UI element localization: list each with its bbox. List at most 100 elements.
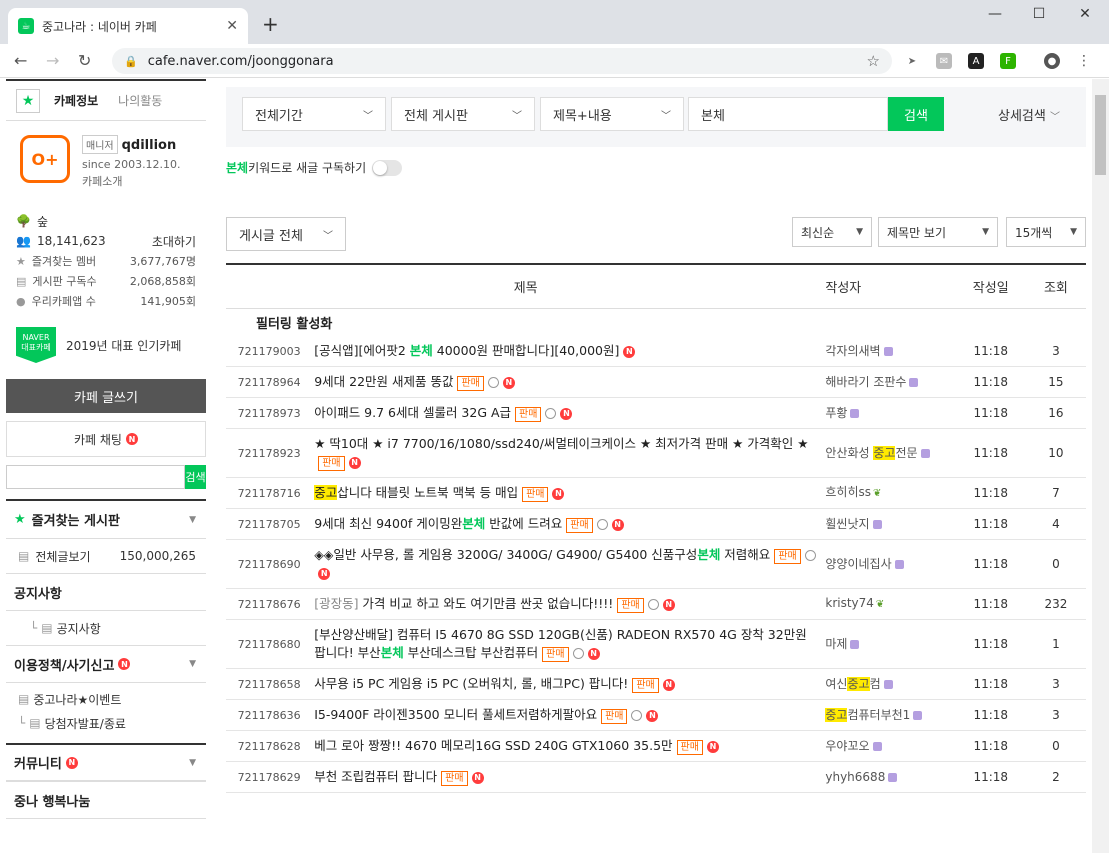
table-row[interactable]: 721178680 [부산양산배달] 컴퓨터 I5 4670 8G SSD 12… bbox=[226, 619, 1086, 669]
post-title[interactable]: 베그 로아 짱짱!! 4670 메모리16G SSD 240G GTX1060 … bbox=[314, 738, 672, 753]
post-author-cell[interactable]: 해바라기 조판수 bbox=[825, 366, 956, 398]
manager-id[interactable]: qdillion bbox=[122, 138, 177, 153]
table-row[interactable]: 721178690 ◈◈일반 사무용, 롤 게임용 3200G/ 3400G/ … bbox=[226, 539, 1086, 589]
post-title[interactable]: ◈◈일반 사무용, 롤 게임용 3200G/ 3400G/ G4900/ G54… bbox=[314, 547, 697, 562]
close-window-icon[interactable]: ✕ bbox=[1070, 6, 1100, 22]
policy-header[interactable]: 이용정책/사기신고 N ▼ bbox=[6, 645, 206, 683]
page-size-select[interactable]: 15개씩 ▼ bbox=[1006, 217, 1086, 247]
post-title-cell[interactable]: [공식앱][에어팟2 본체 40000원 판매합니다][40,000원] N bbox=[312, 336, 826, 367]
post-author-cell[interactable]: 안산화성 중고전문 bbox=[825, 428, 956, 478]
post-title-cell[interactable]: I5-9400F 라이젠3500 모니터 풀세트저렴하게팔아요 판매 N bbox=[312, 699, 826, 731]
table-row[interactable]: 721178923 ★ 딱10대 ★ i7 7700/16/1080/ssd24… bbox=[226, 428, 1086, 478]
notice-header[interactable]: 공지사항 bbox=[6, 573, 206, 611]
post-title-rest[interactable]: 40000원 판매합니다][40,000원] bbox=[433, 343, 620, 358]
post-author-cell[interactable]: 양양이네집사 bbox=[825, 539, 956, 589]
view-mode-select[interactable]: 제목만 보기 ▼ bbox=[878, 217, 998, 247]
post-title-cell[interactable]: [부산양산배달] 컴퓨터 I5 4670 8G SSD 120GB(신품) RA… bbox=[312, 619, 826, 669]
all-posts-item[interactable]: ▤ 전체글보기 150,000,265 bbox=[6, 539, 206, 573]
author-name[interactable]: yhyh6688 bbox=[825, 770, 885, 784]
table-row[interactable]: 721178629 부천 조립컴퓨터 팝니다 판매 N yhyh6688 11:18… bbox=[226, 761, 1086, 793]
table-row[interactable]: 721179003 [공식앱][에어팟2 본체 40000원 판매합니다][40… bbox=[226, 336, 1086, 367]
post-title[interactable]: 9세대 22만원 새제품 똥값 bbox=[314, 374, 453, 389]
post-title-cell[interactable]: 중고삽니다 태블릿 노트북 맥북 등 매입 판매 N bbox=[312, 477, 826, 509]
cafe-intro-link[interactable]: 카페소개 bbox=[82, 173, 181, 189]
author-name-rest[interactable]: 컴 bbox=[870, 677, 881, 691]
post-author-cell[interactable]: 여신중고컴 bbox=[825, 668, 956, 700]
author-name-rest[interactable]: 컴퓨터부천1 bbox=[847, 708, 910, 722]
browser-tab[interactable]: ☕ 중고나라 : 네이버 카페 ✕ bbox=[8, 8, 248, 44]
cafe-chat-button[interactable]: 카페 채팅 N bbox=[6, 421, 206, 457]
reload-icon[interactable]: ↻ bbox=[78, 51, 91, 70]
table-row[interactable]: 721178636 I5-9400F 라이젠3500 모니터 풀세트저렴하게팔아… bbox=[226, 699, 1086, 731]
post-title[interactable]: 가격 비교 하고 와도 여기만큼 싼곳 없습니다!!!! bbox=[358, 596, 613, 611]
bookmark-star-icon[interactable]: ☆ bbox=[867, 52, 880, 70]
post-title[interactable]: I5-9400F 라이젠3500 모니터 풀세트저렴하게팔아요 bbox=[314, 707, 597, 722]
tab-my-activity[interactable]: 나의활동 bbox=[118, 92, 162, 109]
table-row[interactable]: 721178628 베그 로아 짱짱!! 4670 메모리16G SSD 240… bbox=[226, 730, 1086, 762]
cursor-extension-icon[interactable]: ➤ bbox=[904, 53, 920, 69]
search-button[interactable]: 검색 bbox=[888, 97, 944, 131]
scrollbar-thumb[interactable] bbox=[1095, 95, 1106, 175]
post-title[interactable]: [공식앱][에어팟2 bbox=[314, 343, 410, 358]
post-title-cell[interactable]: 베그 로아 짱짱!! 4670 메모리16G SSD 240G GTX1060 … bbox=[312, 730, 826, 762]
table-row[interactable]: 721178716 중고삽니다 태블릿 노트북 맥북 등 매입 판매 N 흐히히ss… bbox=[226, 477, 1086, 509]
author-name[interactable]: kristy74 bbox=[825, 596, 874, 610]
scope-select[interactable]: 제목+내용 ﹀ bbox=[540, 97, 684, 131]
table-row[interactable]: 721178676 [광장동] 가격 비교 하고 와도 여기만큼 싼곳 없습니다… bbox=[226, 588, 1086, 620]
author-name[interactable]: 여신 bbox=[825, 677, 847, 691]
table-row[interactable]: 721178658 사무용 i5 PC 게임용 i5 PC (오버워치, 롤, … bbox=[226, 668, 1086, 700]
sort-select[interactable]: 최신순 ▼ bbox=[792, 217, 872, 247]
author-name[interactable]: 흐히히ss bbox=[825, 485, 871, 499]
author-name[interactable]: 우야꼬오 bbox=[825, 739, 869, 753]
post-title-rest[interactable]: 저렴해요 bbox=[720, 547, 770, 562]
post-author-cell[interactable]: 푸황 bbox=[825, 397, 956, 429]
table-row[interactable]: 721178705 9세대 최신 9400f 게이밍완본체 반값에 드려요 판매 N… bbox=[226, 508, 1086, 540]
community-header[interactable]: 커뮤니티 N ▼ bbox=[6, 743, 206, 781]
author-name[interactable]: 해바라기 조판수 bbox=[825, 375, 906, 389]
event-item[interactable]: ▤ 중고나라★이벤트 bbox=[6, 687, 206, 711]
invite-link[interactable]: 초대하기 bbox=[152, 233, 196, 250]
fav-boards-header[interactable]: ★ 즐겨찾는 게시판 ▼ bbox=[6, 501, 206, 539]
post-author-cell[interactable]: yhyh6688 bbox=[825, 761, 956, 793]
table-row[interactable]: 721178964 9세대 22만원 새제품 똥값 판매 N 해바라기 조판수 11… bbox=[226, 366, 1086, 398]
author-name[interactable]: 마제 bbox=[825, 637, 847, 651]
new-tab-button[interactable]: + bbox=[262, 12, 279, 36]
back-icon[interactable]: ← bbox=[14, 51, 27, 70]
post-title[interactable]: 삽니다 태블릿 노트북 맥북 등 매입 bbox=[337, 485, 518, 500]
post-title-rest[interactable]: 부산데스크탑 부산컴퓨터 bbox=[404, 645, 538, 660]
tab-cafe-info[interactable]: 카페정보 bbox=[54, 92, 98, 109]
profile-icon[interactable]: ● bbox=[1044, 53, 1060, 69]
post-author-cell[interactable]: 중고컴퓨터부천1 bbox=[825, 699, 956, 731]
cafe-star-icon[interactable]: ★ bbox=[16, 88, 40, 113]
board-select[interactable]: 전체 게시판 ﹀ bbox=[391, 97, 535, 131]
post-title-rest[interactable]: 반값에 드려요 bbox=[485, 516, 562, 531]
author-name[interactable]: 푸황 bbox=[825, 406, 847, 420]
menu-dots-icon[interactable]: ⋮ bbox=[1076, 53, 1092, 69]
post-title-cell[interactable]: 9세대 22만원 새제품 똥값 판매 N bbox=[312, 366, 826, 398]
author-name[interactable]: 휠씬낫지 bbox=[825, 517, 869, 531]
post-author-cell[interactable]: 흐히히ss ❦ bbox=[825, 477, 956, 509]
post-title-cell[interactable]: ★ 딱10대 ★ i7 7700/16/1080/ssd240/써멀테이크케이스… bbox=[312, 428, 826, 478]
maximize-icon[interactable]: ☐ bbox=[1024, 6, 1054, 22]
post-author-cell[interactable]: 마제 bbox=[825, 619, 956, 669]
post-title[interactable]: 9세대 최신 9400f 게이밍완 bbox=[314, 516, 462, 531]
category-select[interactable]: 게시글 전체 ﹀ bbox=[226, 217, 346, 251]
post-author-cell[interactable]: kristy74 ❦ bbox=[825, 588, 956, 620]
a-extension-icon[interactable]: A bbox=[968, 53, 984, 69]
forward-icon[interactable]: → bbox=[46, 51, 59, 70]
table-row[interactable]: 721178973 아이패드 9.7 6세대 셀룰러 32G A급 판매 N 푸황 … bbox=[226, 397, 1086, 429]
mail-extension-icon[interactable]: ✉ bbox=[936, 53, 952, 69]
winner-item[interactable]: └ ▤ 당첨자발표/종료 bbox=[6, 711, 206, 735]
address-bar[interactable]: 🔒 cafe.naver.com/joonggonara ☆ bbox=[112, 48, 892, 74]
close-tab-icon[interactable]: ✕ bbox=[226, 18, 238, 34]
post-title-cell[interactable]: 아이패드 9.7 6세대 셀룰러 32G A급 판매 N bbox=[312, 397, 826, 429]
post-title[interactable]: 부천 조립컴퓨터 팝니다 bbox=[314, 769, 437, 784]
post-title[interactable]: 아이패드 9.7 6세대 셀룰러 32G A급 bbox=[314, 405, 511, 420]
post-title-cell[interactable]: 사무용 i5 PC 게임용 i5 PC (오버워치, 롤, 배그PC) 팝니다!… bbox=[312, 668, 826, 700]
minimize-icon[interactable]: — bbox=[980, 6, 1010, 22]
write-post-button[interactable]: 카페 글쓰기 bbox=[6, 379, 206, 413]
post-title[interactable]: ★ 딱10대 ★ i7 7700/16/1080/ssd240/써멀테이크케이스… bbox=[314, 436, 808, 451]
author-name-rest[interactable]: 전문 bbox=[895, 446, 917, 460]
detail-search-link[interactable]: 상세검색 ﹀ bbox=[998, 105, 1060, 124]
f-extension-icon[interactable]: F bbox=[1000, 53, 1016, 69]
